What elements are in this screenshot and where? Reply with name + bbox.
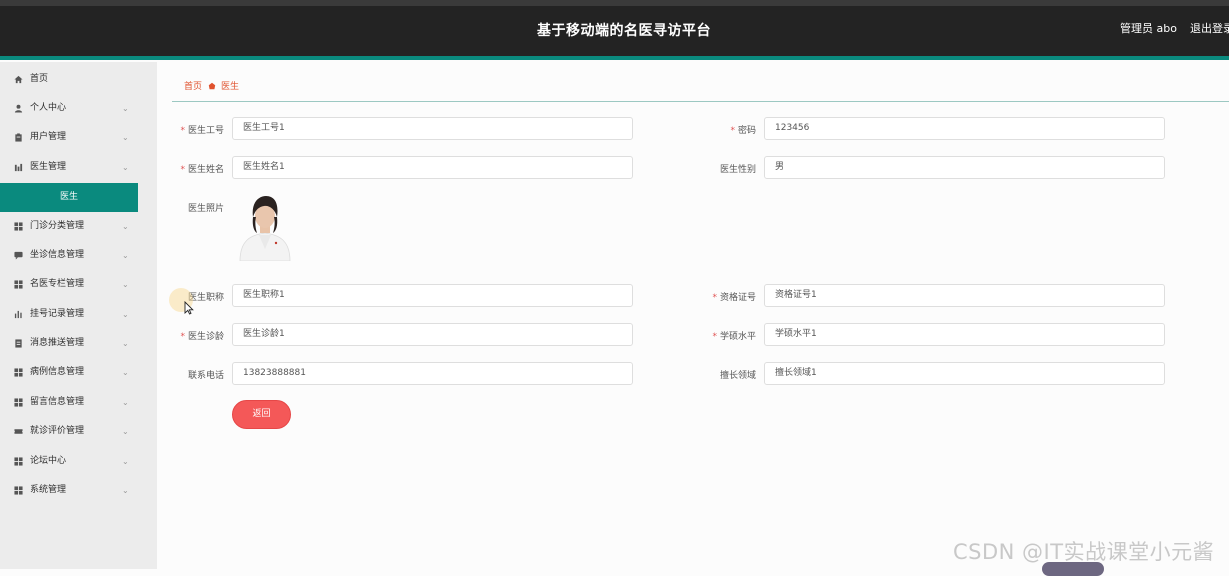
grid-icon — [14, 222, 23, 231]
specialty-label: 擅长领域 — [719, 371, 756, 381]
chevron-down-icon: ⌄ — [122, 163, 129, 172]
sidebar-item-label: 门诊分类管理 — [30, 221, 85, 231]
doctor-photo[interactable] — [236, 193, 294, 261]
home-icon — [14, 75, 23, 84]
mouse-cursor-icon — [184, 301, 194, 315]
grid-icon — [14, 398, 23, 407]
doctor-id-label: * 医生工号 — [180, 126, 224, 136]
app-title: 基于移动端的名医寻访平台 — [537, 23, 711, 39]
sidebar-item-label: 挂号记录管理 — [30, 309, 85, 319]
doctor-id-field[interactable]: 医生工号1 — [232, 117, 633, 140]
chevron-down-icon: ⌄ — [122, 368, 129, 377]
grid-icon — [14, 486, 23, 495]
sidebar-item-doctors[interactable]: 医生管理 ⌄ — [0, 153, 138, 182]
sidebar-item-label: 医生管理 — [30, 162, 67, 172]
clipboard-icon — [15, 133, 22, 142]
degree-field[interactable]: 学硕水平1 — [764, 323, 1165, 346]
sidebar-item-consultations[interactable]: 坐诊信息管理 ⌄ — [0, 241, 138, 270]
chat-icon — [14, 251, 23, 260]
document-icon — [15, 339, 22, 348]
password-label: * 密码 — [730, 126, 756, 136]
photo-label: 医生照片 — [187, 204, 224, 214]
cert-no-label: * 资格证号 — [712, 293, 756, 303]
bars-icon — [14, 310, 22, 319]
sidebar-item-reviews[interactable]: 就诊评价管理 ⌄ — [0, 417, 138, 446]
sidebar-item-label: 留言信息管理 — [30, 397, 85, 407]
chevron-down-icon: ⌄ — [122, 457, 129, 466]
breadcrumb-home-link[interactable]: 首页 — [184, 82, 202, 92]
sidebar-item-label: 首页 — [30, 74, 49, 84]
sidebar-item-label: 个人中心 — [30, 103, 67, 113]
sidebar-item-forum[interactable]: 论坛中心 ⌄ — [0, 447, 138, 476]
sidebar-item-label: 论坛中心 — [30, 456, 67, 466]
gender-field[interactable]: 男 — [764, 156, 1165, 179]
chevron-down-icon: ⌄ — [122, 427, 129, 436]
chevron-down-icon: ⌄ — [122, 398, 129, 407]
cert-no-field[interactable]: 资格证号1 — [764, 284, 1165, 307]
sidebar-item-clinic-categories[interactable]: 门诊分类管理 ⌄ — [0, 212, 138, 241]
sidebar: 首页 个人中心 ⌄ 用户管理 ⌄ 医生管理 ⌄ 医生 门诊分类管理 ⌄ 坐诊信息… — [0, 62, 157, 569]
chevron-down-icon: ⌄ — [122, 339, 129, 348]
doctor-name-field[interactable]: 医生姓名1 — [232, 156, 633, 179]
sidebar-item-home[interactable]: 首页 — [0, 65, 138, 94]
chevron-down-icon: ⌄ — [122, 486, 129, 495]
chart-icon — [14, 163, 23, 172]
chevron-down-icon: ⌄ — [122, 280, 129, 289]
grid-icon — [14, 280, 23, 289]
sidebar-item-label: 名医专栏管理 — [30, 279, 85, 289]
sidebar-item-label: 就诊评价管理 — [30, 426, 85, 436]
degree-label: * 学硕水平 — [712, 332, 756, 342]
header-accent-bar — [0, 56, 1229, 60]
sidebar-item-registrations[interactable]: 挂号记录管理 ⌄ — [0, 300, 138, 329]
sidebar-item-system[interactable]: 系统管理 ⌄ — [0, 476, 138, 505]
sidebar-item-label: 消息推送管理 — [30, 338, 85, 348]
sidebar-item-notifications[interactable]: 消息推送管理 ⌄ — [0, 329, 138, 358]
years-label: * 医生诊龄 — [180, 332, 224, 342]
sidebar-item-label: 病例信息管理 — [30, 367, 85, 377]
person-icon — [14, 104, 23, 113]
title-field[interactable]: 医生职称1 — [232, 284, 633, 307]
sidebar-item-personal[interactable]: 个人中心 ⌄ — [0, 94, 138, 123]
top-header: 基于移动端的名医寻访平台 管理员 abo 退出登录 — [0, 6, 1229, 56]
breadcrumb-separator-icon — [208, 82, 216, 92]
logout-link[interactable]: 退出登录 — [1190, 6, 1229, 52]
breadcrumb: 首页 医生 — [184, 79, 239, 92]
doctor-name-label: * 医生姓名 — [180, 165, 224, 175]
grid-icon — [14, 457, 23, 466]
phone-field[interactable]: 13823888881 — [232, 362, 633, 385]
phone-label: 联系电话 — [187, 371, 224, 381]
sidebar-subitem-doctor[interactable]: 医生 — [0, 183, 138, 212]
password-field[interactable]: 123456 — [764, 117, 1165, 140]
years-field[interactable]: 医生诊龄1 — [232, 323, 633, 346]
breadcrumb-current: 医生 — [221, 82, 240, 92]
sidebar-item-label: 用户管理 — [30, 132, 67, 142]
current-user-label: 管理员 abo — [1120, 22, 1177, 35]
sidebar-item-messages[interactable]: 留言信息管理 ⌄ — [0, 388, 138, 417]
specialty-field[interactable]: 擅长领域1 — [764, 362, 1165, 385]
chevron-down-icon: ⌄ — [122, 104, 129, 113]
chevron-down-icon: ⌄ — [122, 133, 129, 142]
grid-icon — [14, 368, 23, 377]
chevron-down-icon: ⌄ — [122, 222, 129, 231]
sidebar-item-cases[interactable]: 病例信息管理 ⌄ — [0, 358, 138, 387]
sidebar-item-users[interactable]: 用户管理 ⌄ — [0, 123, 138, 152]
sidebar-item-famous-doctors[interactable]: 名医专栏管理 ⌄ — [0, 270, 138, 299]
chevron-down-icon: ⌄ — [122, 310, 129, 319]
sidebar-item-label: 系统管理 — [30, 485, 67, 495]
floating-widget[interactable] — [1042, 562, 1104, 576]
gender-label: 医生性别 — [719, 165, 756, 175]
ticket-icon — [14, 429, 23, 434]
sidebar-item-label: 坐诊信息管理 — [30, 250, 85, 260]
chevron-down-icon: ⌄ — [122, 251, 129, 260]
content-divider — [172, 101, 1229, 102]
back-button[interactable]: 返回 — [232, 400, 291, 429]
